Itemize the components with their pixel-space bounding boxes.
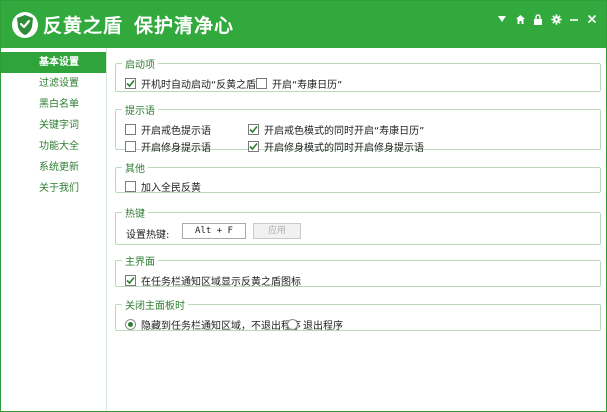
lock-icon[interactable] [532, 12, 544, 26]
checkbox-box[interactable] [248, 141, 259, 152]
app-window: 反黄之盾 保护清净心 基本设置 过滤设置 黑白名单 关键字词 功能大全 系统更新… [0, 0, 607, 412]
settings-panel: 启动项 开机时自动启动“反黄之盾” 开启“寿康日历” 提示语 开启戒色提示语 开… [108, 48, 606, 411]
exit-program-radio[interactable]: 退出程序 [287, 317, 343, 332]
sidebar-item-black-white-list[interactable]: 黑白名单 [1, 94, 106, 115]
sidebar-item-features[interactable]: 功能大全 [1, 136, 106, 157]
cultivate-prompt-mode-checkbox[interactable]: 开启修身模式的同时开启修身提示语 [248, 139, 424, 154]
hotkey-label: 设置热键: [126, 230, 170, 241]
minimize-icon[interactable] [568, 12, 580, 26]
sidebar-item-system-update[interactable]: 系统更新 [1, 157, 106, 178]
startup-group: 启动项 开机时自动启动“反黄之盾” 开启“寿康日历” [115, 56, 601, 92]
prompt-group: 提示语 开启戒色提示语 开启修身提示语 开启戒色模式的同时开启“寿康日历” 开启… [115, 102, 601, 154]
radio-circle[interactable] [125, 319, 136, 330]
checkbox-box[interactable] [248, 124, 259, 135]
shield-logo-icon [12, 12, 38, 38]
abstain-prompt-checkbox[interactable]: 开启戒色提示语 [125, 122, 211, 137]
sidebar-item-filter-settings[interactable]: 过滤设置 [1, 73, 106, 94]
checkbox-box[interactable] [125, 141, 136, 152]
apply-button[interactable]: 应用 [253, 223, 301, 239]
menu-down-icon[interactable] [496, 12, 508, 26]
join-campaign-checkbox[interactable]: 加入全民反黄 [125, 179, 201, 194]
checkbox-box[interactable] [125, 124, 136, 135]
checkbox-box[interactable] [125, 181, 136, 192]
settings-icon[interactable] [550, 12, 562, 26]
radio-circle[interactable] [287, 319, 298, 330]
window-controls [496, 12, 598, 26]
group-title: 提示语 [125, 106, 155, 117]
home-icon[interactable] [514, 12, 526, 26]
group-title: 关闭主面板时 [125, 301, 185, 312]
hide-to-tray-radio[interactable]: 隐藏到任务栏通知区域，不退出程序 [125, 317, 301, 332]
sidebar-item-keywords[interactable]: 关键字词 [1, 115, 106, 136]
sidebar-item-about[interactable]: 关于我们 [1, 178, 106, 199]
checkbox-box[interactable] [125, 78, 136, 89]
cultivate-prompt-checkbox[interactable]: 开启修身提示语 [125, 139, 211, 154]
other-group: 其他 加入全民反黄 [115, 160, 601, 194]
app-slogan: 保护清净心 [134, 15, 235, 37]
hotkey-group: 热键 设置热键: Alt + F 应用 [115, 205, 601, 245]
group-title: 主界面 [125, 257, 155, 268]
app-title: 反黄之盾 [43, 15, 124, 37]
close-icon[interactable] [586, 12, 598, 26]
sidebar: 基本设置 过滤设置 黑白名单 关键字词 功能大全 系统更新 关于我们 [1, 48, 107, 411]
tray-icon-checkbox[interactable]: 在任务栏通知区域显示反黄之盾图标 [125, 273, 301, 288]
sidebar-item-basic-settings[interactable]: 基本设置 [1, 52, 106, 73]
auto-start-checkbox[interactable]: 开机时自动启动“反黄之盾” [125, 76, 261, 91]
group-title: 热键 [125, 209, 145, 220]
checkbox-box[interactable] [125, 275, 136, 286]
group-title: 启动项 [125, 60, 155, 71]
close-action-group: 关闭主面板时 隐藏到任务栏通知区域，不退出程序 退出程序 [115, 297, 601, 332]
title-bar[interactable]: 反黄之盾 保护清净心 [1, 1, 606, 48]
hotkey-input[interactable]: Alt + F [182, 223, 246, 239]
group-title: 其他 [125, 164, 145, 175]
abstain-calendar-checkbox[interactable]: 开启戒色模式的同时开启“寿康日历” [248, 122, 424, 137]
calendar-checkbox[interactable]: 开启“寿康日历” [256, 76, 342, 91]
main-ui-group: 主界面 在任务栏通知区域显示反黄之盾图标 [115, 253, 601, 288]
checkbox-box[interactable] [256, 78, 267, 89]
